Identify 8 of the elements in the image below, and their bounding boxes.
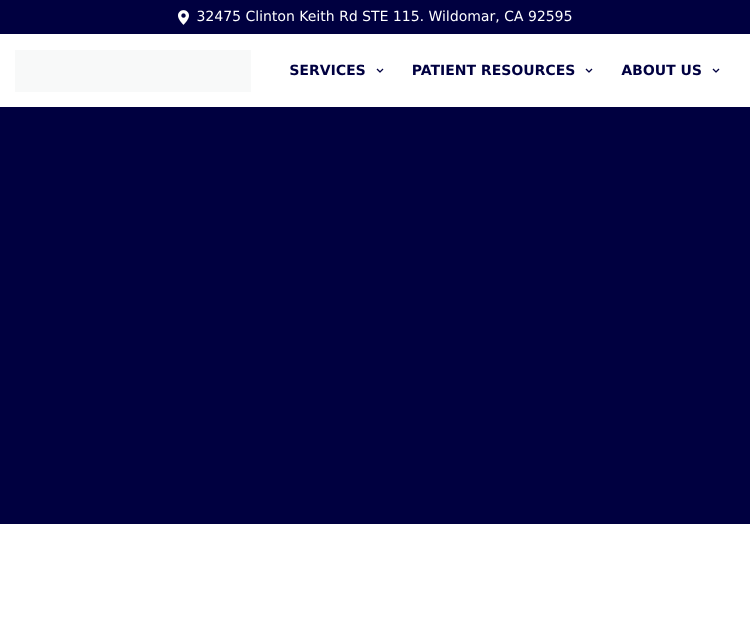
nav-link[interactable]: PATIENT RESOURCES: [398, 62, 608, 78]
nav-link[interactable]: SERVICES: [276, 62, 399, 78]
nav-link[interactable]: ABOUT US: [608, 62, 750, 78]
map-pin-icon: [178, 10, 188, 24]
address-text: 32475 Clinton Keith Rd STE 115. Wildomar, CA 92595: [196, 9, 572, 25]
caret-icon: [585, 68, 594, 73]
caret-icon: [376, 68, 384, 73]
caret-icon: [712, 68, 720, 73]
